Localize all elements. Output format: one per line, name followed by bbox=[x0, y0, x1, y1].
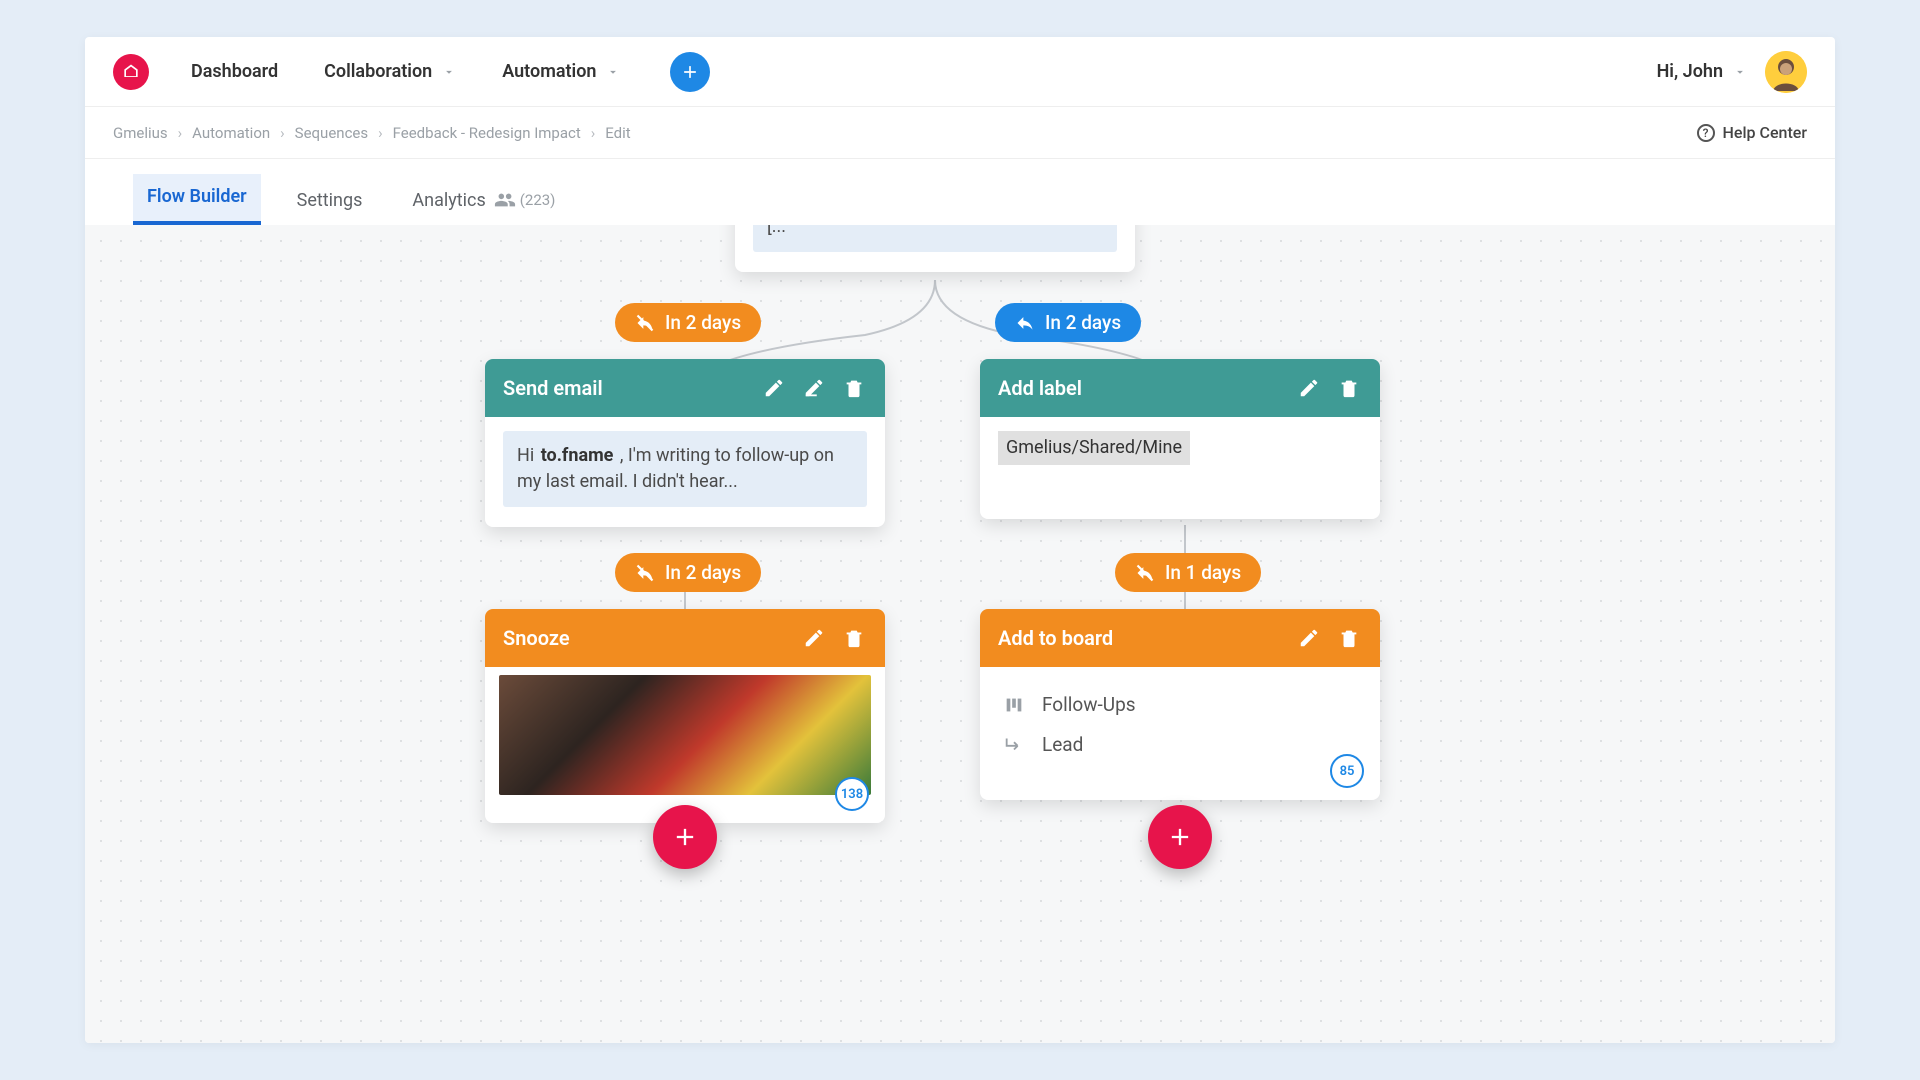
nav-automation[interactable]: Automation bbox=[502, 61, 620, 82]
plus-icon bbox=[671, 823, 699, 851]
node-title: Send email bbox=[503, 376, 747, 400]
node-header: Add label bbox=[980, 359, 1380, 417]
brand-logo[interactable] bbox=[113, 54, 149, 90]
reply-icon bbox=[1015, 313, 1035, 333]
plus-icon bbox=[680, 62, 700, 82]
condition-no-reply-pill[interactable]: In 1 days bbox=[1115, 553, 1261, 592]
node-add-to-board[interactable]: Add to board Follow-Ups bbox=[980, 609, 1380, 800]
analytics-count: (223) bbox=[520, 191, 556, 209]
add-step-button[interactable] bbox=[1148, 805, 1212, 869]
people-icon bbox=[494, 189, 516, 211]
crumb-edit[interactable]: Edit bbox=[605, 124, 630, 142]
crumb-automation[interactable]: Automation bbox=[192, 124, 270, 142]
crumb-feedback[interactable]: Feedback - Redesign Impact bbox=[393, 124, 581, 142]
chevron-down-icon bbox=[606, 65, 620, 79]
nav-collaboration[interactable]: Collaboration bbox=[324, 61, 456, 82]
crumb-gmelius[interactable]: Gmelius bbox=[113, 124, 168, 142]
node-header: Snooze bbox=[485, 609, 885, 667]
no-reply-icon bbox=[635, 563, 655, 583]
label-value: Gmelius/Shared/Mine bbox=[998, 431, 1190, 465]
node-count-badge: 138 bbox=[835, 777, 869, 811]
pill-label: In 2 days bbox=[665, 561, 741, 584]
app-frame: Dashboard Collaboration Automation Hi, J… bbox=[85, 37, 1835, 1043]
help-center-label: Help Center bbox=[1723, 123, 1807, 142]
node-body: Trying to connect Hi to.fname, I'm reach… bbox=[735, 225, 1135, 272]
flow-canvas[interactable]: Send email Trying to connect Hi to.fname… bbox=[85, 225, 1835, 1043]
node-title: Snooze bbox=[503, 626, 787, 650]
edit-icon[interactable] bbox=[761, 375, 787, 401]
email-preview: Hi to.fname, I'm reaching out because it… bbox=[753, 225, 1117, 252]
tab-bar: Flow Builder Settings Analytics (223) bbox=[85, 159, 1835, 225]
node-body: Hi to.fname , I'm writing to follow-up o… bbox=[485, 417, 885, 527]
user-menu[interactable]: Hi, John bbox=[1657, 61, 1747, 82]
column-name: Lead bbox=[1042, 731, 1083, 759]
tab-analytics-label: Analytics bbox=[412, 190, 485, 211]
connectors bbox=[85, 225, 1835, 1043]
add-step-button[interactable] bbox=[653, 805, 717, 869]
delete-icon[interactable] bbox=[841, 375, 867, 401]
create-button[interactable] bbox=[670, 52, 710, 92]
nav-automation-label: Automation bbox=[502, 61, 596, 82]
nav-dashboard[interactable]: Dashboard bbox=[191, 61, 278, 82]
node-send-email-followup[interactable]: Send email Hi to.fname , I'm writing to … bbox=[485, 359, 885, 527]
node-body: Follow-Ups Lead bbox=[980, 667, 1380, 800]
avatar[interactable] bbox=[1765, 51, 1807, 93]
arrow-into-icon bbox=[1000, 733, 1028, 755]
condition-no-reply-pill[interactable]: In 2 days bbox=[615, 303, 761, 342]
condition-no-reply-pill[interactable]: In 2 days bbox=[615, 553, 761, 592]
edit-template-icon[interactable] bbox=[801, 375, 827, 401]
tab-settings[interactable]: Settings bbox=[283, 190, 377, 225]
tab-flow-builder[interactable]: Flow Builder bbox=[133, 174, 261, 225]
edit-icon[interactable] bbox=[1296, 625, 1322, 651]
pill-label: In 1 days bbox=[1165, 561, 1241, 584]
node-title: Add label bbox=[998, 376, 1282, 400]
preview-text: Hi bbox=[517, 445, 539, 466]
pill-label: In 2 days bbox=[665, 311, 741, 334]
board-row: Follow-Ups bbox=[1000, 685, 1360, 725]
chevron-down-icon bbox=[442, 65, 456, 79]
node-title: Add to board bbox=[998, 626, 1282, 650]
node-header: Send email bbox=[485, 359, 885, 417]
no-reply-icon bbox=[635, 313, 655, 333]
breadcrumb: Gmelius › Automation › Sequences › Feedb… bbox=[85, 107, 1835, 159]
delete-icon[interactable] bbox=[1336, 625, 1362, 651]
node-add-label[interactable]: Add label Gmelius/Shared/Mine bbox=[980, 359, 1380, 519]
plus-icon bbox=[1166, 823, 1194, 851]
node-body bbox=[485, 667, 885, 823]
node-body: Gmelius/Shared/Mine bbox=[980, 417, 1380, 519]
no-reply-icon bbox=[1135, 563, 1155, 583]
email-preview: Hi to.fname , I'm writing to follow-up o… bbox=[503, 431, 867, 507]
chevron-right-icon: › bbox=[591, 124, 596, 142]
avatar-image bbox=[1765, 51, 1807, 93]
chevron-right-icon: › bbox=[378, 124, 383, 142]
node-count-badge: 85 bbox=[1330, 754, 1364, 788]
node-header: Add to board bbox=[980, 609, 1380, 667]
edit-icon[interactable] bbox=[1296, 375, 1322, 401]
nav-collaboration-label: Collaboration bbox=[324, 61, 432, 82]
board-name: Follow-Ups bbox=[1042, 691, 1136, 719]
delete-icon[interactable] bbox=[841, 625, 867, 651]
chevron-right-icon: › bbox=[280, 124, 285, 142]
help-center-link[interactable]: ? Help Center bbox=[1697, 123, 1807, 142]
chevron-down-icon bbox=[1733, 65, 1747, 79]
edit-icon[interactable] bbox=[801, 625, 827, 651]
crumb-sequences[interactable]: Sequences bbox=[295, 124, 368, 142]
top-nav: Dashboard Collaboration Automation Hi, J… bbox=[85, 37, 1835, 107]
column-row: Lead bbox=[1000, 725, 1360, 765]
merge-token: to.fname bbox=[539, 445, 616, 466]
pill-label: In 2 days bbox=[1045, 311, 1121, 334]
delete-icon[interactable] bbox=[1336, 375, 1362, 401]
chevron-right-icon: › bbox=[178, 124, 183, 142]
board-icon bbox=[1000, 694, 1028, 716]
snooze-image bbox=[499, 675, 871, 795]
help-icon: ? bbox=[1697, 124, 1715, 142]
node-snooze[interactable]: Snooze 138 bbox=[485, 609, 885, 823]
node-send-email-root[interactable]: Send email Trying to connect Hi to.fname… bbox=[735, 225, 1135, 272]
tab-analytics[interactable]: Analytics (223) bbox=[398, 189, 569, 225]
preview-text: , I'm reaching out because it looks like… bbox=[767, 225, 1098, 237]
condition-reply-pill[interactable]: In 2 days bbox=[995, 303, 1141, 342]
user-greeting: Hi, John bbox=[1657, 61, 1723, 82]
gmelius-logo-icon bbox=[121, 62, 141, 82]
